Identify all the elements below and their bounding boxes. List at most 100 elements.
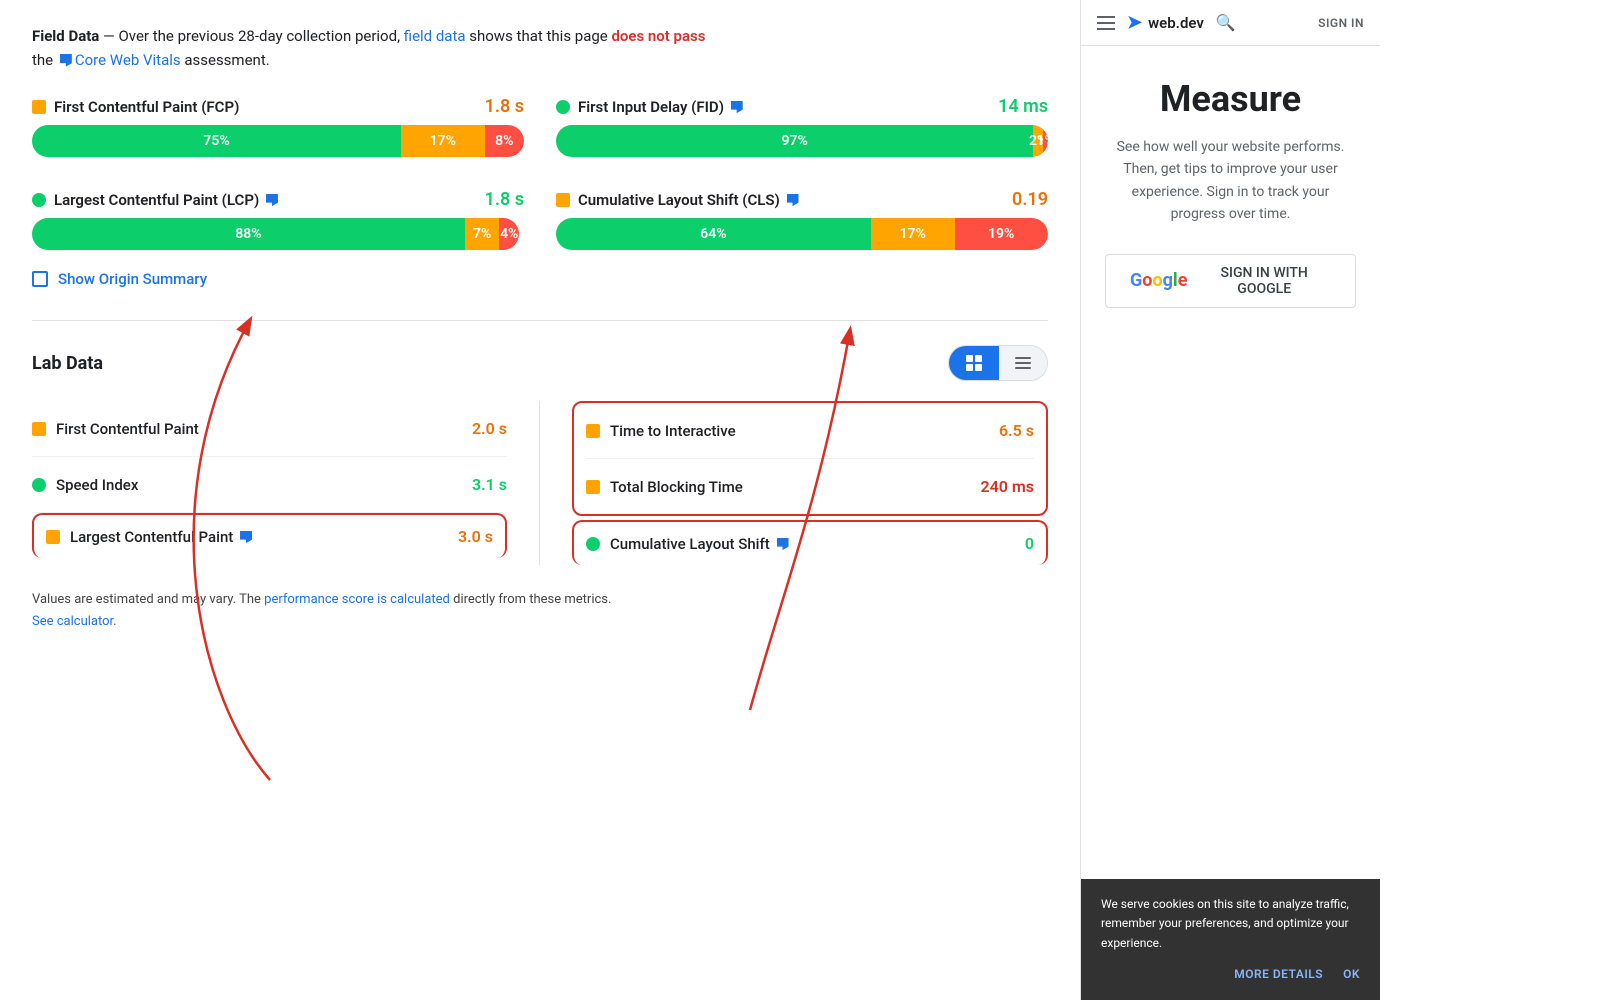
measure-panel: Measure See how well your website perfor… [1081,46,1380,879]
cls-bar-needs: 17% [871,218,955,250]
lab-right-col: Time to Interactive 6.5 s Total Blocking… [540,401,1048,565]
toggle-list-btn[interactable] [999,346,1047,380]
lcp-bar-needs: 7% [465,218,499,250]
lab-si-value: 3.1 s [472,475,507,494]
lcp-header: Largest Contentful Paint (LCP) 1.8 s [32,189,524,210]
lab-lcp-row: Largest Contentful Paint 3.0 s [32,513,507,558]
lab-left-col: First Contentful Paint 2.0 s Speed Index… [32,401,540,565]
perf-score-link[interactable]: performance score is calculated [264,592,450,607]
lab-fcp-row: First Contentful Paint 2.0 s [32,401,507,457]
lab-fcp-indicator [32,422,46,436]
lab-cls-value: 0 [1025,534,1034,553]
google-g-logo: Google [1130,270,1187,291]
metric-cls: Cumulative Layout Shift (CLS) 0.19 64% 1… [556,189,1048,250]
cwv-flag-icon [60,54,72,68]
logo-arrow-icon: ➤ [1127,12,1142,33]
lab-cls-flag-icon [777,538,789,552]
cls-name: Cumulative Layout Shift (CLS) [578,191,1004,209]
lab-lcp-flag-icon [240,531,252,545]
lcp-bar-poor: 4% [499,218,519,250]
hamburger-line-2 [1097,22,1115,24]
fid-bar-poor: 1% [1043,125,1048,157]
cwv-link[interactable]: Core Web Vitals [75,51,181,69]
lab-tbt-value: 240 ms [980,477,1034,496]
search-icon[interactable]: 🔍 [1216,13,1236,32]
lab-tti-indicator [586,424,600,438]
measure-title: Measure [1105,78,1356,120]
origin-summary-row[interactable]: Show Origin Summary [32,270,1048,288]
sidebar: ➤ web.dev 🔍 SIGN IN Measure See how well… [1080,0,1380,1000]
cls-bar-poor: 19% [955,218,1048,250]
cls-header: Cumulative Layout Shift (CLS) 0.19 [556,189,1048,210]
header-desc-before: — Over the previous 28-day collection pe… [99,27,403,45]
ok-button[interactable]: OK [1343,965,1360,984]
lab-tbt-row: Total Blocking Time 240 ms [586,459,1034,514]
header-desc-middle: shows that this page [466,27,612,45]
more-details-link[interactable]: MORE DETAILS [1234,965,1323,984]
lab-si-indicator [32,478,46,492]
lcp-name: Largest Contentful Paint (LCP) [54,191,477,209]
fid-bar: 97% 2% 1% [556,125,1048,157]
cls-indicator [556,193,570,207]
fcp-name: First Contentful Paint (FCP) [54,98,477,116]
fcp-bar: 75% 17% 8% [32,125,524,157]
footer-note-text: Values are estimated and may vary. The [32,592,264,607]
footer-note: Values are estimated and may vary. The p… [32,589,1048,633]
cls-bar-good: 64% [556,218,871,250]
lab-si-name: Speed Index [56,476,462,494]
lcp-flag-icon [266,194,278,208]
fcp-value: 1.8 s [485,96,524,117]
cls-bar: 64% 17% 19% [556,218,1048,250]
hamburger-line-1 [1097,16,1115,18]
calc-link[interactable]: See calculator [32,614,113,629]
fid-name: First Input Delay (FID) [578,98,990,116]
lcp-bar: 88% 7% 4% [32,218,524,250]
lab-metrics-grid: First Contentful Paint 2.0 s Speed Index… [32,401,1048,565]
lab-si-row: Speed Index 3.1 s [32,457,507,513]
fid-value: 14 ms [998,96,1048,117]
google-sign-in-button[interactable]: Google SIGN IN WITH GOOGLE [1105,254,1356,308]
sidebar-nav: ➤ web.dev 🔍 SIGN IN [1081,0,1380,46]
grid-icon [965,354,983,372]
view-toggle[interactable] [948,345,1048,381]
fid-header: First Input Delay (FID) 14 ms [556,96,1048,117]
lab-cls-indicator [586,537,600,551]
cookie-text: We serve cookies on this site to analyze… [1101,895,1360,953]
toggle-grid-btn[interactable] [949,346,999,380]
lab-tti-row: Time to Interactive 6.5 s [586,403,1034,459]
lab-right-highlighted: Time to Interactive 6.5 s Total Blocking… [572,401,1048,516]
lcp-indicator [32,193,46,207]
fid-bar-good: 97% [556,125,1033,157]
sign-in-button[interactable]: SIGN IN [1318,16,1364,30]
lab-fcp-value: 2.0 s [472,419,507,438]
lab-lcp-name: Largest Contentful Paint [70,528,448,546]
lab-lcp-value: 3.0 s [458,527,493,546]
lab-cls-row: Cumulative Layout Shift 0 [572,520,1048,565]
field-metrics-grid: First Contentful Paint (FCP) 1.8 s 75% 1… [32,96,1048,250]
does-not-pass-text: does not pass [611,27,705,45]
lab-tbt-name: Total Blocking Time [610,478,970,496]
fcp-header: First Contentful Paint (FCP) 1.8 s [32,96,524,117]
field-data-label: Field Data [32,27,99,45]
lab-cls-name: Cumulative Layout Shift [610,535,1015,553]
lab-tbt-indicator [586,480,600,494]
measure-description: See how well your website performs. Then… [1105,136,1356,226]
header-desc-after: the [32,51,57,69]
origin-summary-checkbox[interactable] [32,271,48,287]
hamburger-menu-icon[interactable] [1097,16,1115,30]
metric-fcp: First Contentful Paint (FCP) 1.8 s 75% 1… [32,96,524,157]
cls-flag-icon [787,194,799,208]
cls-value: 0.19 [1012,189,1048,210]
metric-lcp: Largest Contentful Paint (LCP) 1.8 s 88%… [32,189,524,250]
webdev-logo: ➤ web.dev [1127,12,1204,33]
field-data-link[interactable]: field data [404,27,466,45]
cookie-actions: MORE DETAILS OK [1101,965,1360,984]
fcp-bar-poor: 8% [485,125,524,157]
origin-summary-label[interactable]: Show Origin Summary [58,270,207,288]
fcp-bar-good: 75% [32,125,401,157]
list-icon [1015,357,1031,369]
header-desc-end: assessment. [181,51,270,69]
fcp-indicator [32,100,46,114]
lab-lcp-indicator [46,530,60,544]
hamburger-line-3 [1097,28,1115,30]
